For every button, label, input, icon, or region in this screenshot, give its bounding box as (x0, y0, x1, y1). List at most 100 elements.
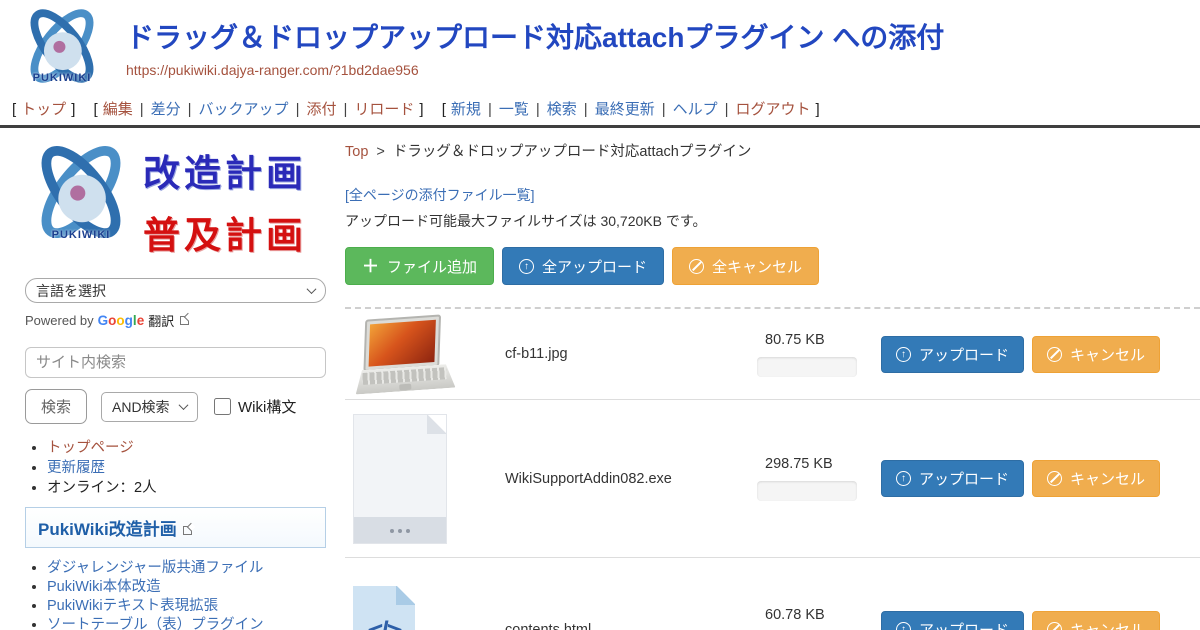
file-thumbnail-cell: </> (345, 578, 505, 630)
sidebar-item-sort-table[interactable]: ソートテーブル（表）プラグイン (47, 617, 264, 630)
wiki-syntax-checkbox[interactable] (214, 398, 231, 415)
cancel-button[interactable]: キャンセル (1032, 336, 1160, 373)
upload-icon: ↑ (896, 347, 911, 362)
nav-item-backup[interactable]: バックアップ (199, 101, 289, 118)
file-thumbnail-cell (345, 317, 505, 391)
add-file-button[interactable]: ＋ ファイル追加 (345, 247, 494, 285)
file-row: </> contents.html 60.78 KB ↑ アップロード (345, 558, 1200, 630)
generic-file-icon (353, 414, 447, 544)
sidebar-site-box: PukiWiki改造計画 (25, 507, 326, 548)
page-url[interactable]: https://pukiwiki.dajya-ranger.com/?1bd2d… (126, 62, 944, 78)
pukiwiki-attach-page: PUKIWIKI ドラッグ＆ドロップアップロード対応attachプラグイン への… (0, 0, 1200, 630)
chevron-down-icon (307, 284, 317, 294)
sidebar-logo-banner[interactable]: PUKIWIKI 改造計画 普及計画 (25, 140, 330, 262)
html-code-file-icon: </> (353, 586, 415, 630)
translate-link[interactable]: 翻訳 (148, 311, 174, 330)
nav-group-top: [トップ] (12, 101, 75, 118)
powered-by-text: Powered by (25, 313, 94, 328)
file-row: cf-b11.jpg 80.75 KB ↑ アップロード キャンセル (345, 309, 1200, 400)
site-box-link[interactable]: PukiWiki改造計画 (38, 520, 177, 539)
cancel-button[interactable]: キャンセル (1032, 460, 1160, 497)
upload-icon: ↑ (896, 622, 911, 630)
file-thumbnail-cell (345, 414, 505, 544)
nav-item-attach[interactable]: 添付 (306, 101, 336, 118)
upload-button[interactable]: ↑ アップロード (881, 336, 1024, 373)
list-item: 更新履歴 (47, 460, 330, 477)
logo-slogan: 改造計画 普及計画 (137, 143, 307, 259)
list-item: トップページ (47, 440, 330, 457)
logo-slogan-line1: 改造計画 (143, 143, 307, 197)
language-select[interactable]: 言語を選択 (25, 278, 326, 303)
sidebar-item-text-ext[interactable]: PukiWikiテキスト表現拡張 (47, 598, 218, 614)
header-texts: ドラッグ＆ドロップアップロード対応attachプラグイン への添付 https:… (106, 6, 944, 78)
pukiwiki-logo-icon: PUKIWIKI (25, 141, 137, 261)
wiki-syntax-label: Wiki構文 (238, 396, 296, 417)
sidebar-item-top-page[interactable]: トップページ (47, 440, 134, 456)
main-content: Top>ドラッグ＆ドロップアップロード対応attachプラグイン [全ページの添… (330, 128, 1200, 630)
upload-all-button[interactable]: ↑ 全アップロード (502, 247, 664, 285)
google-logo: Google (98, 313, 145, 328)
nav-item-help[interactable]: ヘルプ (673, 101, 718, 118)
ban-icon (1047, 347, 1062, 362)
file-actions: ↑ アップロード キャンセル (881, 611, 1160, 630)
nav-item-search[interactable]: 検索 (547, 101, 577, 118)
nav-item-list[interactable]: 一覧 (499, 101, 529, 118)
chevron-down-icon (179, 400, 189, 410)
atom-icon (27, 141, 135, 243)
search-controls: 検索 AND検索 Wiki構文 (25, 389, 330, 424)
breadcrumb: Top>ドラッグ＆ドロップアップロード対応attachプラグイン (345, 140, 1200, 161)
search-button[interactable]: 検索 (25, 389, 87, 424)
list-item: ソートテーブル（表）プラグイン (47, 617, 330, 630)
list-item: PukiWikiテキスト表現拡張 (47, 598, 330, 615)
file-name: WikiSupportAddin082.exe (505, 471, 757, 487)
cancel-button[interactable]: キャンセル (1032, 611, 1160, 630)
online-count: オンライン：2人 (47, 480, 157, 496)
ban-icon (689, 259, 704, 274)
upload-progress-bar (757, 481, 857, 501)
page-title: ドラッグ＆ドロップアップロード対応attachプラグイン への添付 (126, 20, 944, 55)
attach-file-list-link-row: [全ページの添付ファイル一覧] (345, 185, 1200, 205)
sidebar-quick-links: トップページ 更新履歴 オンライン：2人 (47, 440, 330, 497)
nav-item-logout[interactable]: ログアウト (736, 101, 811, 118)
file-size-cell: 60.78 KB (757, 607, 869, 630)
nav-item-top[interactable]: トップ (21, 101, 66, 118)
nav-item-recent[interactable]: 最終更新 (595, 101, 655, 118)
upload-icon: ↑ (519, 259, 534, 274)
laptop-photo-thumbnail (351, 313, 460, 394)
list-item: ダジャレンジャー版共通ファイル (47, 560, 330, 577)
external-link-icon (180, 316, 189, 325)
file-name: cf-b11.jpg (505, 346, 757, 362)
nav-item-new[interactable]: 新規 (451, 101, 481, 118)
sidebar-item-update-history[interactable]: 更新履歴 (47, 460, 105, 476)
file-actions: ↑ アップロード キャンセル (881, 336, 1160, 373)
upload-button[interactable]: ↑ アップロード (881, 611, 1024, 630)
pukiwiki-logo-icon[interactable]: PUKIWIKI (18, 6, 106, 96)
nav-item-reload[interactable]: リロード (354, 101, 414, 118)
file-row: WikiSupportAddin082.exe 298.75 KB ↑ アップロ… (345, 400, 1200, 558)
cancel-all-button[interactable]: 全キャンセル (672, 247, 819, 285)
language-select-value: 言語を選択 (36, 281, 106, 301)
top-navigation: [トップ] [編集|差分|バックアップ|添付|リロード] [新規|一覧|検索|最… (0, 96, 1200, 128)
breadcrumb-current: ドラッグ＆ドロップアップロード対応attachプラグイン (393, 144, 752, 160)
all-pages-attach-list-link[interactable]: [全ページの添付ファイル一覧] (345, 187, 535, 203)
page-header: PUKIWIKI ドラッグ＆ドロップアップロード対応attachプラグイン への… (0, 0, 1200, 96)
code-glyph: </> (353, 616, 415, 630)
sidebar-item-common-files[interactable]: ダジャレンジャー版共通ファイル (47, 560, 263, 576)
max-upload-size-text: アップロード可能最大ファイルサイズは 30,720KB です。 (345, 211, 1200, 231)
sidebar-links: ダジャレンジャー版共通ファイル PukiWiki本体改造 PukiWikiテキス… (47, 560, 330, 630)
file-size-cell: 80.75 KB (757, 332, 869, 377)
file-size: 298.75 KB (757, 456, 869, 472)
external-link-icon (183, 526, 192, 535)
list-item: オンライン：2人 (47, 480, 330, 497)
nav-item-diff[interactable]: 差分 (151, 101, 181, 118)
file-size: 80.75 KB (757, 332, 869, 348)
site-search-input[interactable] (25, 347, 326, 378)
ban-icon (1047, 471, 1062, 486)
logo-brand-text: PUKIWIKI (25, 229, 137, 241)
upload-button[interactable]: ↑ アップロード (881, 460, 1024, 497)
breadcrumb-home-link[interactable]: Top (345, 144, 368, 160)
sidebar-item-body-mod[interactable]: PukiWiki本体改造 (47, 579, 161, 595)
file-name: contents.html (505, 622, 757, 630)
search-mode-select[interactable]: AND検索 (101, 392, 198, 422)
nav-item-edit[interactable]: 編集 (103, 101, 133, 118)
